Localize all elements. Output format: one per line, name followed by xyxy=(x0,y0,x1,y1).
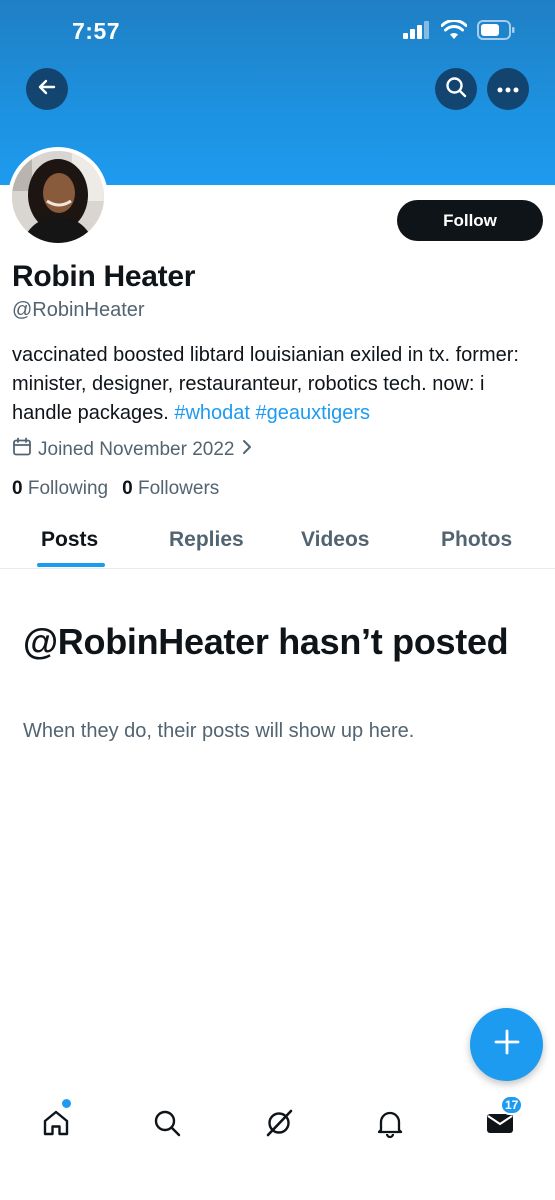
tab-photos[interactable]: Photos xyxy=(441,528,512,552)
grok-icon xyxy=(264,1108,294,1143)
nav-home[interactable] xyxy=(36,1099,76,1145)
messages-badge: 17 xyxy=(500,1095,524,1115)
wifi-icon xyxy=(440,19,468,45)
nav-search[interactable] xyxy=(147,1105,187,1145)
search-icon xyxy=(152,1108,182,1143)
search-button[interactable] xyxy=(435,68,477,110)
more-options-button[interactable] xyxy=(487,68,529,110)
tab-replies[interactable]: Replies xyxy=(169,528,244,552)
nav-messages[interactable]: 17 xyxy=(480,1095,524,1145)
chevron-right-icon xyxy=(240,439,254,461)
profile-tabs: Posts Replies Videos Photos xyxy=(0,515,555,569)
empty-state-title: @RobinHeater hasn’t posted xyxy=(23,621,509,662)
hashtag-whodat[interactable]: #whodat xyxy=(174,402,250,424)
display-name: Robin Heater xyxy=(12,260,196,293)
notifications-icon xyxy=(375,1108,405,1143)
joined-text: Joined November 2022 xyxy=(38,439,235,460)
status-time: 7:57 xyxy=(72,18,121,44)
more-horizontal-icon xyxy=(497,80,519,98)
tab-posts[interactable]: Posts xyxy=(41,528,98,552)
following-link[interactable]: 0 Following xyxy=(12,478,108,500)
home-notification-dot xyxy=(62,1099,71,1108)
battery-icon xyxy=(477,20,515,45)
following-label: Following xyxy=(27,478,109,499)
back-button[interactable] xyxy=(26,68,68,110)
compose-post-button[interactable] xyxy=(470,1008,543,1081)
followers-count: 0 xyxy=(122,478,133,499)
joined-date[interactable]: Joined November 2022 xyxy=(12,437,254,463)
bio: vaccinated boosted libtard louisianian e… xyxy=(12,341,547,428)
arrow-left-icon xyxy=(37,77,57,102)
calendar-icon xyxy=(12,437,32,463)
home-icon xyxy=(41,1108,71,1143)
plus-icon xyxy=(494,1029,520,1060)
tab-videos[interactable]: Videos xyxy=(301,528,369,552)
handle: @RobinHeater xyxy=(12,299,145,321)
search-icon xyxy=(445,76,467,103)
status-icons xyxy=(403,19,515,45)
followers-link[interactable]: 0 Followers xyxy=(122,478,219,500)
follow-stats: 0 Following 0 Followers xyxy=(12,478,219,500)
status-bar: 7:57 xyxy=(0,0,555,66)
cellular-signal-icon xyxy=(403,21,431,44)
avatar[interactable] xyxy=(8,147,108,247)
nav-notifications[interactable] xyxy=(370,1105,410,1145)
empty-state-subtitle: When they do, their posts will show up h… xyxy=(23,720,415,742)
bottom-nav: 17 xyxy=(0,1095,555,1155)
hashtag-geauxtigers[interactable]: #geauxtigers xyxy=(256,402,371,424)
active-tab-indicator xyxy=(37,563,105,567)
followers-label: Followers xyxy=(137,478,220,499)
following-count: 0 xyxy=(12,478,23,499)
nav-grok[interactable] xyxy=(259,1105,299,1145)
follow-button[interactable]: Follow xyxy=(397,200,543,241)
